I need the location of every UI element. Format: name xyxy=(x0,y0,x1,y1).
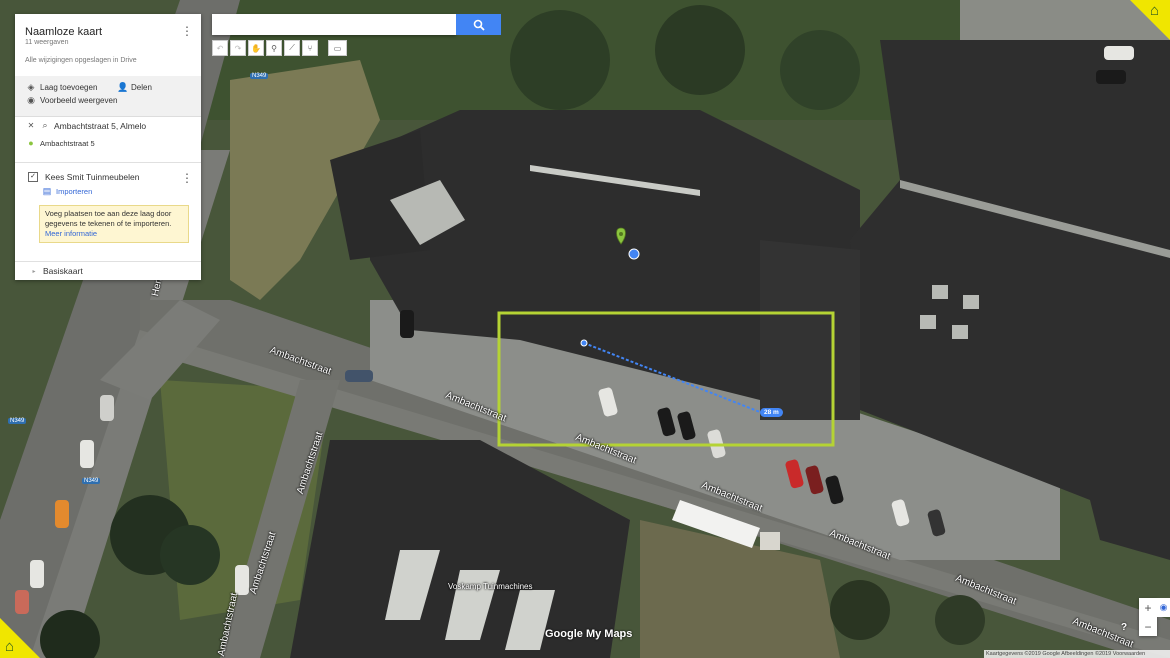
place-label: Ambachtstraat 5 xyxy=(40,138,95,148)
search-result-item[interactable]: ● Ambachtstraat 5 xyxy=(26,138,95,148)
divider xyxy=(15,162,201,163)
marker-icon: ● xyxy=(28,138,34,148)
zoom-out-button[interactable]: − xyxy=(1139,617,1157,636)
layers-panel: Naamloze kaart 11 weergaven Alle wijzigi… xyxy=(15,14,201,280)
brand-logo: Google My Maps xyxy=(545,628,633,640)
layer-name[interactable]: Kees Smit Tuinmeubelen xyxy=(45,172,140,182)
layer-header: ✓ Kees Smit Tuinmeubelen xyxy=(28,172,140,182)
add-person-icon: 👤 xyxy=(117,82,129,92)
search-input[interactable] xyxy=(212,14,456,35)
undo-icon[interactable]: ↶ xyxy=(212,40,228,56)
preview-label: Voorbeeld weergeven xyxy=(40,96,118,105)
import-label: Importeren xyxy=(56,187,93,196)
tip-text: Voeg plaatsen toe aan deze laag door geg… xyxy=(45,209,172,228)
home-icon[interactable]: ⌂ xyxy=(1150,2,1159,19)
save-status: Alle wijzigingen opgeslagen in Drive xyxy=(25,57,137,64)
drawing-toolbar: ↶ ↷ ✋ ⚲ ⟋ ⑂ ▭ xyxy=(212,40,347,56)
home-icon[interactable]: ⌂ xyxy=(5,638,14,655)
poi-icon[interactable] xyxy=(628,248,640,260)
layer-visibility-checkbox[interactable]: ✓ xyxy=(28,172,38,182)
zoom-in-button[interactable]: + xyxy=(1139,598,1157,617)
view-count: 11 weergaven xyxy=(25,39,69,46)
search-result-header: ✕ ⌕ Ambachtstraat 5, Almelo xyxy=(26,120,147,131)
import-link[interactable]: ▤ Importeren xyxy=(42,186,93,197)
route-icon[interactable]: ⑂ xyxy=(302,40,318,56)
hand-icon[interactable]: ✋ xyxy=(248,40,264,56)
close-icon[interactable]: ✕ xyxy=(26,121,36,130)
more-info-link[interactable]: Meer informatie xyxy=(45,229,97,238)
help-button[interactable]: ? xyxy=(1121,622,1127,633)
poi-label: Voskamp Tuinmachines xyxy=(448,582,533,591)
road-shield: N349 xyxy=(82,478,101,484)
search-button[interactable] xyxy=(456,14,501,35)
ruler-icon[interactable]: ▭ xyxy=(328,40,347,56)
more-options-icon[interactable]: ⋮ xyxy=(181,24,193,38)
layer-options-icon[interactable]: ⋮ xyxy=(181,171,193,185)
map-title[interactable]: Naamloze kaart xyxy=(25,26,102,38)
divider xyxy=(15,261,201,262)
road-shield: N349 xyxy=(8,418,27,424)
basemap-row[interactable]: ▸ Basiskaart xyxy=(29,266,83,276)
add-layer-label: Laag toevoegen xyxy=(40,83,98,92)
draw-line-icon[interactable]: ⟋ xyxy=(284,40,300,56)
share-label: Delen xyxy=(131,83,152,92)
search-query-label: Ambachtstraat 5, Almelo xyxy=(54,120,147,131)
basemap-label: Basiskaart xyxy=(43,266,83,276)
layers-icon: ◈ xyxy=(27,82,35,92)
marker-icon[interactable]: ⚲ xyxy=(266,40,282,56)
add-layer-button[interactable]: ◈ Laag toevoegen xyxy=(26,82,98,93)
attribution: Kaartgegevens ©2019 Google Afbeeldingen … xyxy=(984,650,1170,658)
road-shield: N349 xyxy=(250,73,269,79)
share-button[interactable]: 👤 Delen xyxy=(117,82,152,93)
layer-tip: Voeg plaatsen toe aan deze laag door geg… xyxy=(39,205,189,243)
redo-icon[interactable]: ↷ xyxy=(230,40,246,56)
zoom-control: + − xyxy=(1139,598,1157,636)
search-icon: ⌕ xyxy=(42,120,48,130)
eye-icon: ◉ xyxy=(27,95,35,105)
preview-button[interactable]: ◉ Voorbeeld weergeven xyxy=(26,95,117,106)
street-view-icon[interactable]: ◉ xyxy=(1157,598,1170,617)
chevron-right-icon: ▸ xyxy=(32,268,36,275)
measure-label: 28 m xyxy=(760,408,783,417)
search-icon xyxy=(473,19,485,31)
file-icon: ▤ xyxy=(42,186,52,196)
